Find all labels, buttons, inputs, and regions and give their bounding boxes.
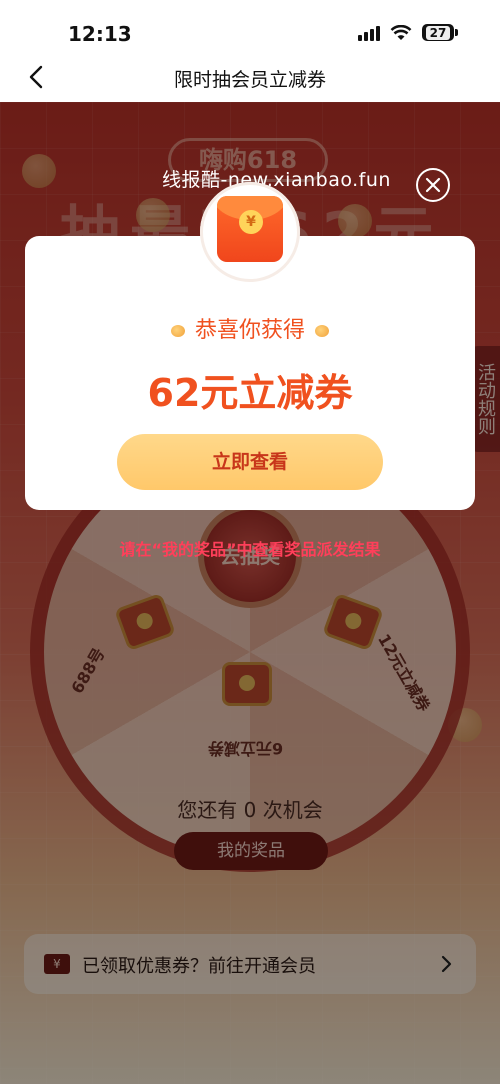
prize-name: 62元立减券 xyxy=(147,371,353,415)
status-bar: 12:13 27 xyxy=(0,0,500,56)
wifi-icon xyxy=(390,24,412,40)
battery-level: 27 xyxy=(425,25,451,40)
watermark: 线报酷-new.xianbao.fun xyxy=(162,169,391,191)
sparkle-icon xyxy=(315,325,329,337)
battery-icon: 27 xyxy=(422,24,458,41)
status-time: 12:13 xyxy=(68,22,132,46)
notice-text: 请在“我的奖品”中查看奖品派发结果 xyxy=(119,540,381,559)
congrats-label: 恭喜你获得 xyxy=(194,318,305,343)
sparkle-icon xyxy=(170,325,185,337)
congrats-text: 恭喜你获得 xyxy=(25,312,475,344)
envelope-badge: ¥ xyxy=(200,182,300,282)
envelope-icon: ¥ xyxy=(217,196,283,262)
nav-bar: 限时抽会员立减券 xyxy=(0,56,500,102)
close-x-icon xyxy=(425,177,441,193)
page-title: 限时抽会员立减券 xyxy=(173,69,326,91)
status-icons: 27 xyxy=(358,24,458,41)
envelope-coin: ¥ xyxy=(239,210,263,234)
close-icon[interactable] xyxy=(416,168,450,202)
view-now-button[interactable]: 立即查看 xyxy=(117,434,383,490)
signal-icon xyxy=(358,25,380,41)
